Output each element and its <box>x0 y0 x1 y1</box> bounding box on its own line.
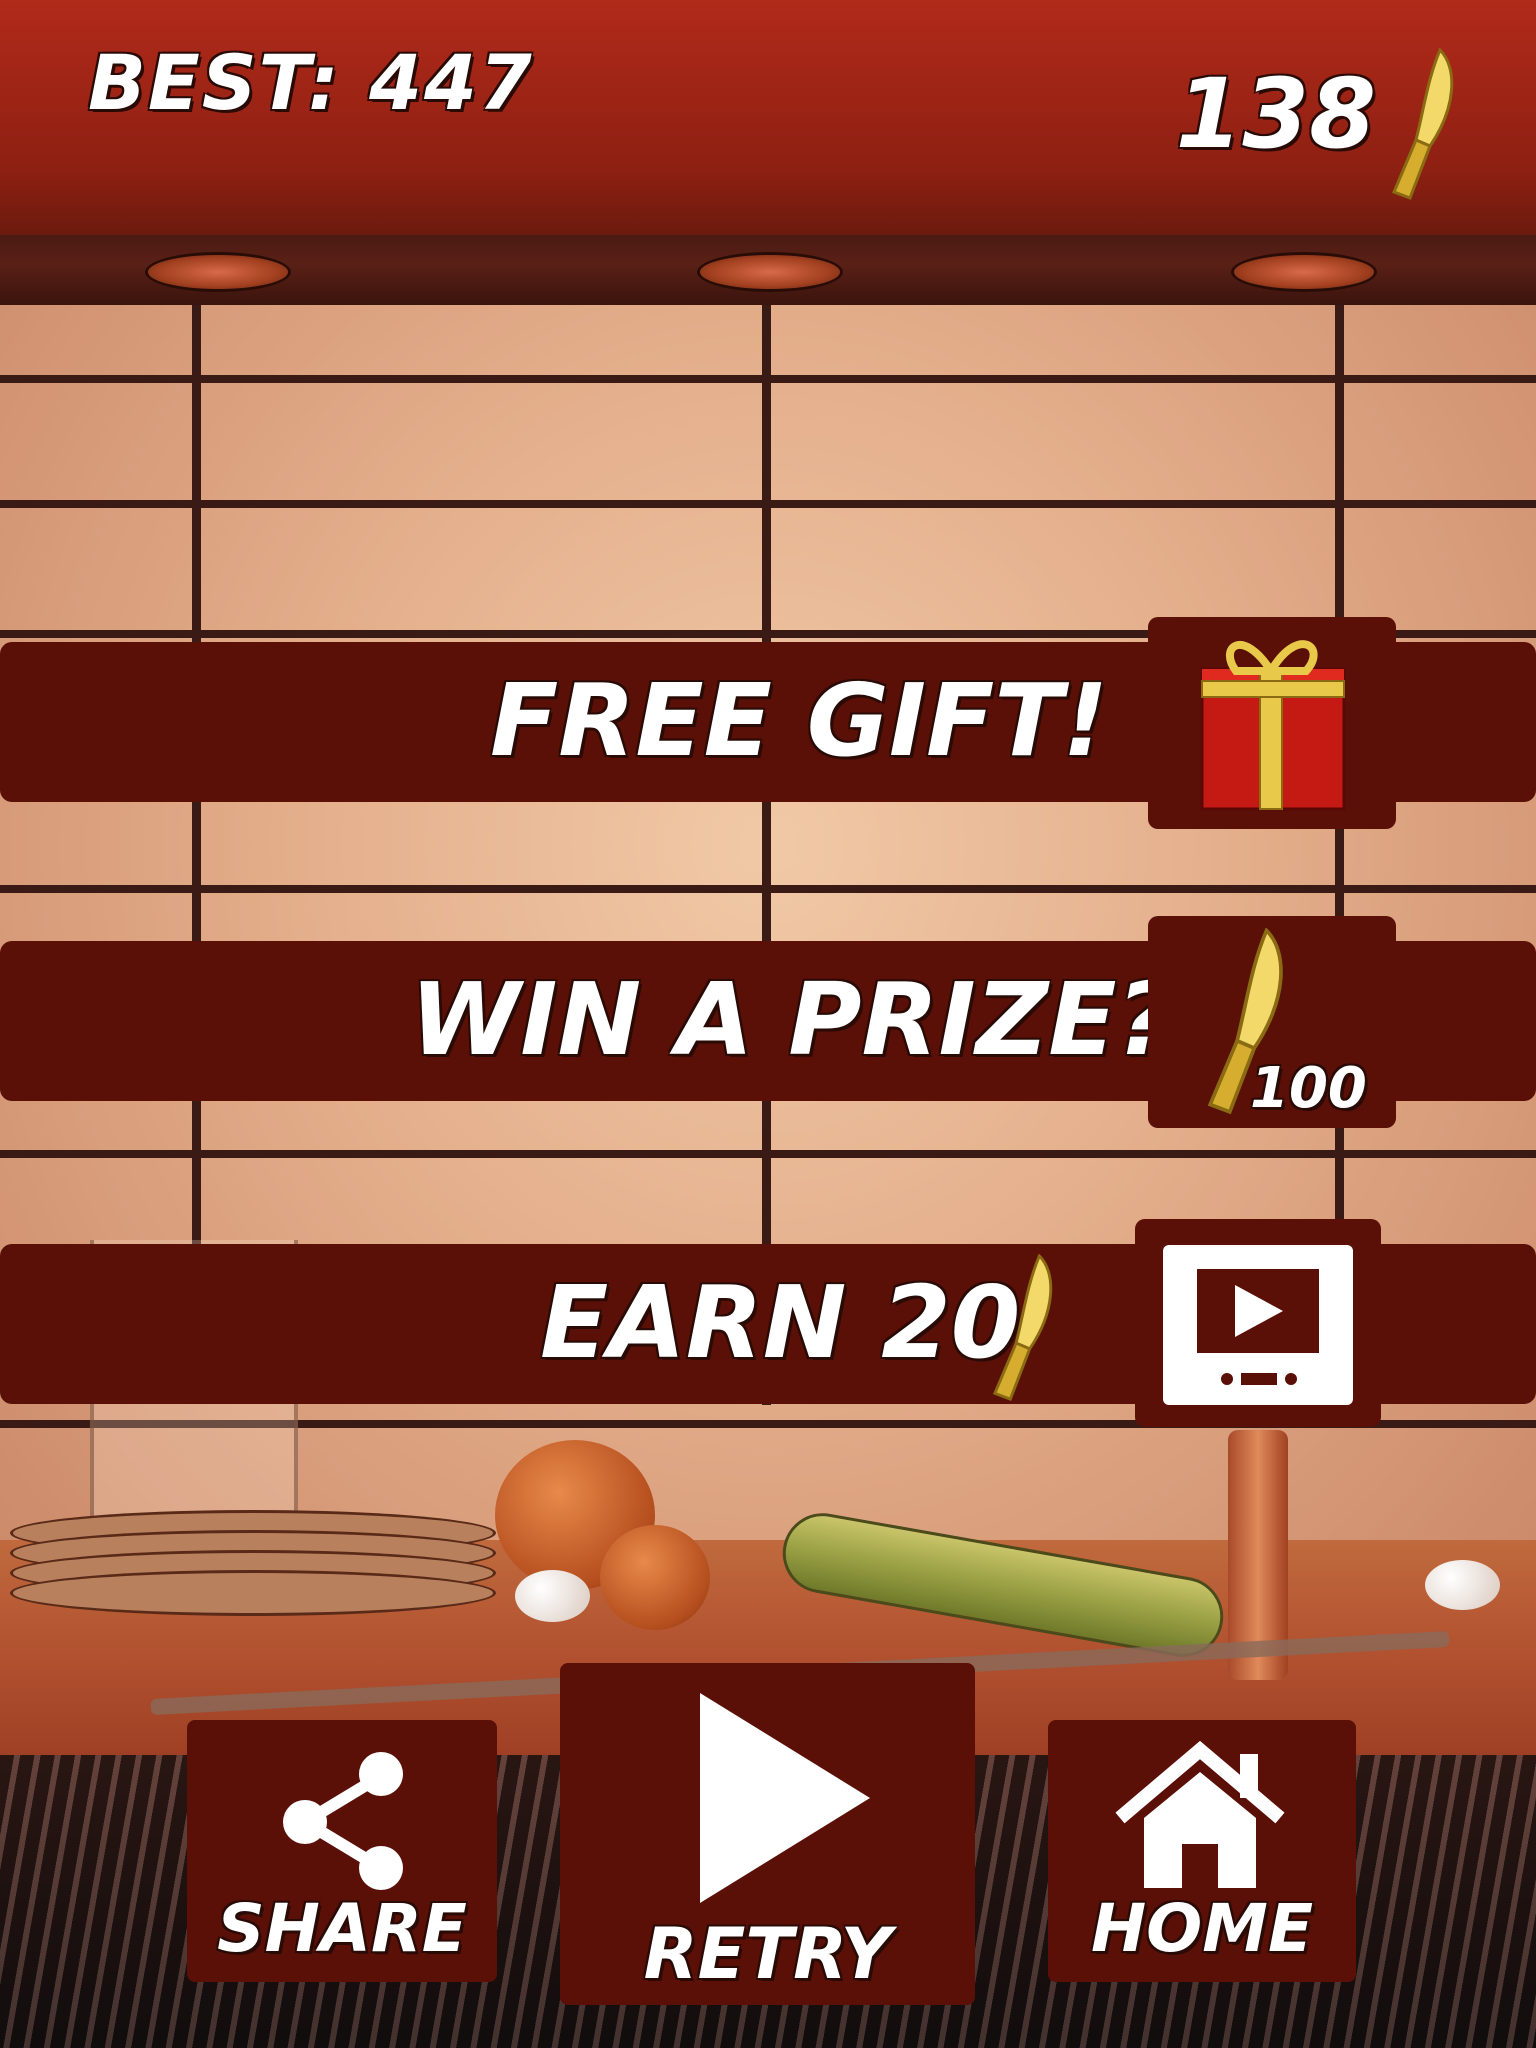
ceiling-light <box>700 255 840 289</box>
prize-cost: 100 <box>1250 1056 1367 1121</box>
ceiling-light <box>148 255 288 289</box>
ceiling-light <box>1234 255 1374 289</box>
gold-knife-icon <box>1392 48 1454 200</box>
onion <box>600 1525 710 1630</box>
video-ad-icon <box>1163 1245 1353 1405</box>
home-label: HOME <box>1090 1890 1314 1967</box>
coin-count: 138 <box>1175 58 1376 170</box>
watch-video-tile[interactable] <box>1135 1219 1381 1427</box>
egg <box>1425 1560 1500 1610</box>
plate-stack <box>0 1500 500 1630</box>
win-prize-label: WIN A PRIZE? <box>410 961 1175 1078</box>
play-icon <box>700 1693 870 1903</box>
share-button[interactable]: SHARE <box>187 1720 497 1982</box>
retry-button[interactable]: RETRY <box>560 1663 975 2005</box>
home-button[interactable]: HOME <box>1048 1720 1356 1982</box>
retry-label: RETRY <box>643 1913 892 1995</box>
earn-coins-label: EARN 20 <box>540 1264 1021 1381</box>
share-icon <box>283 1752 403 1890</box>
best-score: BEST: 447 <box>88 38 534 127</box>
gold-knife-icon <box>992 1254 1053 1402</box>
egg <box>515 1570 590 1622</box>
share-label: SHARE <box>217 1890 467 1967</box>
home-icon <box>1115 1740 1285 1888</box>
free-gift-label: FREE GIFT! <box>490 662 1109 779</box>
win-prize-tile[interactable]: 100 <box>1148 916 1396 1128</box>
gift-box-icon <box>1200 640 1346 811</box>
free-gift-tile[interactable] <box>1148 617 1396 829</box>
